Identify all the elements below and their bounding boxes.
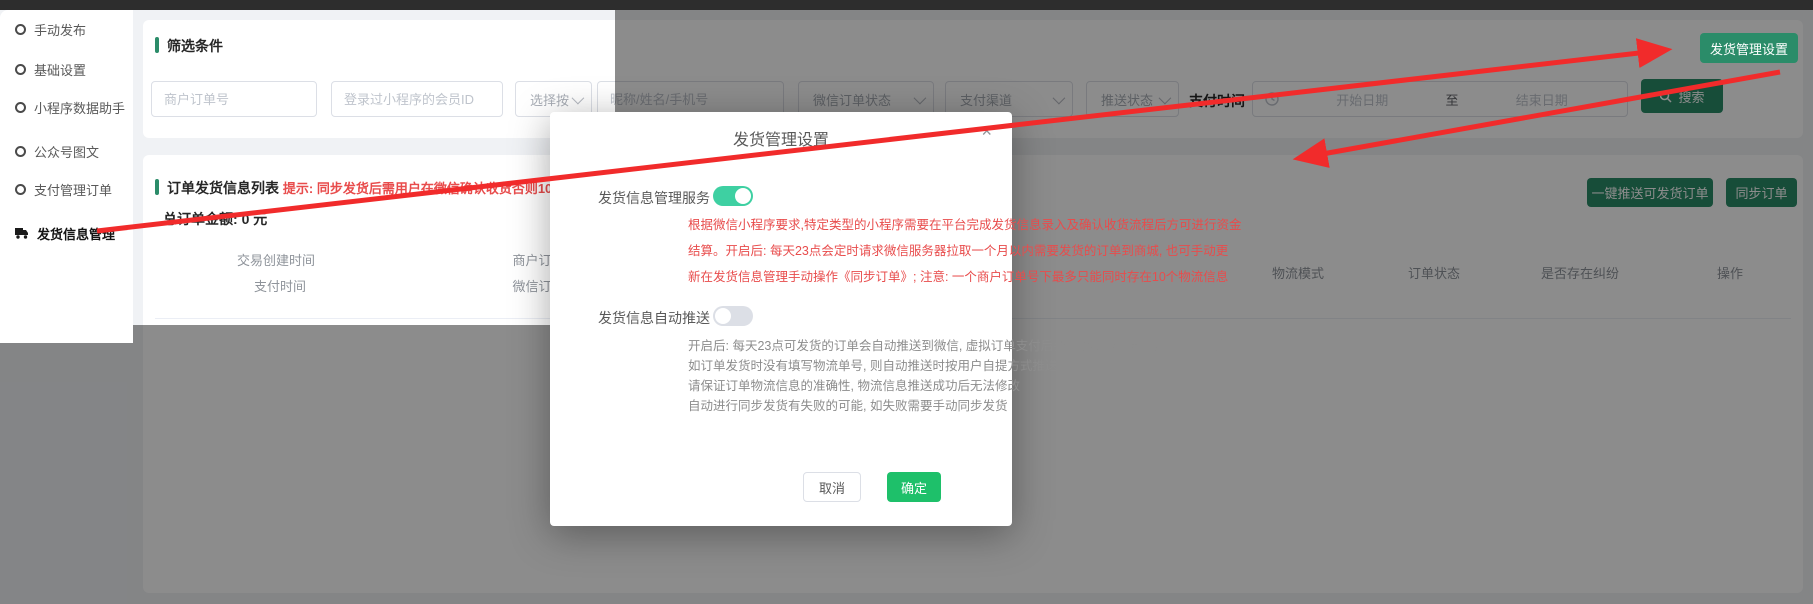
sidebar-item-label: 发货信息管理 (37, 224, 115, 243)
modal-mask (0, 343, 133, 604)
confirm-button[interactable]: 确定 (887, 472, 941, 502)
sidebar-item-label: 手动发布 (34, 20, 86, 39)
circle-icon (15, 102, 26, 113)
shipping-service-toggle[interactable] (713, 186, 753, 206)
circle-icon (15, 184, 26, 195)
sidebar-item-official-article[interactable]: 公众号图文 (0, 141, 133, 161)
order-list-title: 订单发货信息列表 提示: 同步发货后需用户在微信确认收货否则10天 (167, 178, 565, 198)
sidebar-item-payment-orders[interactable]: 支付管理订单 (0, 179, 133, 199)
modal-mask (133, 325, 615, 604)
circle-icon (15, 64, 26, 75)
toggle-knob (735, 188, 751, 204)
truck-icon (15, 228, 29, 239)
auto-push-desc-line: 如订单发货时没有填写物流单号, 则自动推送时按用户自提方式推送 (688, 356, 1018, 376)
auto-push-label: 发货信息自动推送 (598, 308, 710, 328)
filter-title: 筛选条件 (167, 36, 223, 56)
select-by-value: 选择按 (530, 90, 569, 109)
sidebar: 手动发布 基础设置 小程序数据助手 公众号图文 支付管理订单 发货信息管理 (0, 10, 133, 343)
circle-icon (15, 146, 26, 157)
modal-title: 发货管理设置 (550, 126, 1012, 150)
member-id-input[interactable] (331, 81, 503, 117)
sidebar-item-label: 支付管理订单 (34, 180, 112, 199)
auto-push-desc-line: 自动进行同步发货有失败的可能, 如失败需要手动同步发货 (688, 396, 1018, 416)
top-dark-bar (0, 0, 1813, 10)
section-bar-icon (155, 179, 159, 195)
sidebar-item-miniprogram-data[interactable]: 小程序数据助手 (0, 97, 133, 117)
auto-push-desc-line: 开启后: 每天23点可发货的订单会自动推送到微信, 虚拟订单支付后会直接按虚拟商… (688, 336, 1018, 356)
toggle-knob (715, 308, 731, 324)
sidebar-item-label: 公众号图文 (34, 142, 99, 161)
service-desc-line: 新在发货信息管理手动操作《同步订单》; 注意: 一个商户订单号下最多只能同时存在… (688, 264, 1018, 290)
sidebar-item-label: 小程序数据助手 (34, 98, 125, 117)
service-desc-line: 结算。开启后: 每天23点会定时请求微信服务器拉取一个月以内需要发货的订单到商城… (688, 238, 1018, 264)
auto-push-toggle[interactable] (713, 306, 753, 326)
shipping-settings-button[interactable]: 发货管理设置 (1700, 33, 1798, 63)
chevron-down-icon (572, 91, 585, 104)
sidebar-item-basic-settings[interactable]: 基础设置 (0, 59, 133, 79)
order-list-title-text: 订单发货信息列表 (167, 180, 279, 196)
order-list-tip: 提示: 同步发货后需用户在微信确认收货否则10天 (283, 181, 565, 196)
page: 手动发布 基础设置 小程序数据助手 公众号图文 支付管理订单 发货信息管理 筛选… (0, 0, 1813, 604)
circle-icon (15, 24, 26, 35)
section-bar-icon (155, 37, 159, 53)
shipping-service-label: 发货信息管理服务 (598, 188, 710, 208)
auto-push-desc-line: 请保证订单物流信息的准确性, 物流信息推送成功后无法修改 (688, 376, 1018, 396)
close-icon[interactable]: × (975, 120, 998, 143)
column-header-pay-time: 支付时间 (254, 276, 306, 295)
total-amount: 总订单金额: 0 元 (163, 209, 267, 229)
sidebar-item-shipping-info[interactable]: 发货信息管理 (0, 223, 133, 243)
sidebar-item-manual-publish[interactable]: 手动发布 (0, 19, 133, 39)
merchant-order-no-input[interactable] (151, 81, 317, 117)
sidebar-item-label: 基础设置 (34, 60, 86, 79)
cancel-button[interactable]: 取消 (803, 472, 861, 502)
column-header-trade-created: 交易创建时间 (237, 250, 315, 269)
total-amount-label: 总订单金额: (163, 211, 238, 227)
total-amount-value: 0 元 (242, 211, 268, 227)
service-desc-line: 根据微信小程序要求,特定类型的小程序需要在平台完成发货信息录入及确认收货流程后方… (688, 212, 1018, 238)
shipping-settings-modal: 发货管理设置 × 发货信息管理服务 根据微信小程序要求,特定类型的小程序需要在平… (550, 112, 1012, 526)
